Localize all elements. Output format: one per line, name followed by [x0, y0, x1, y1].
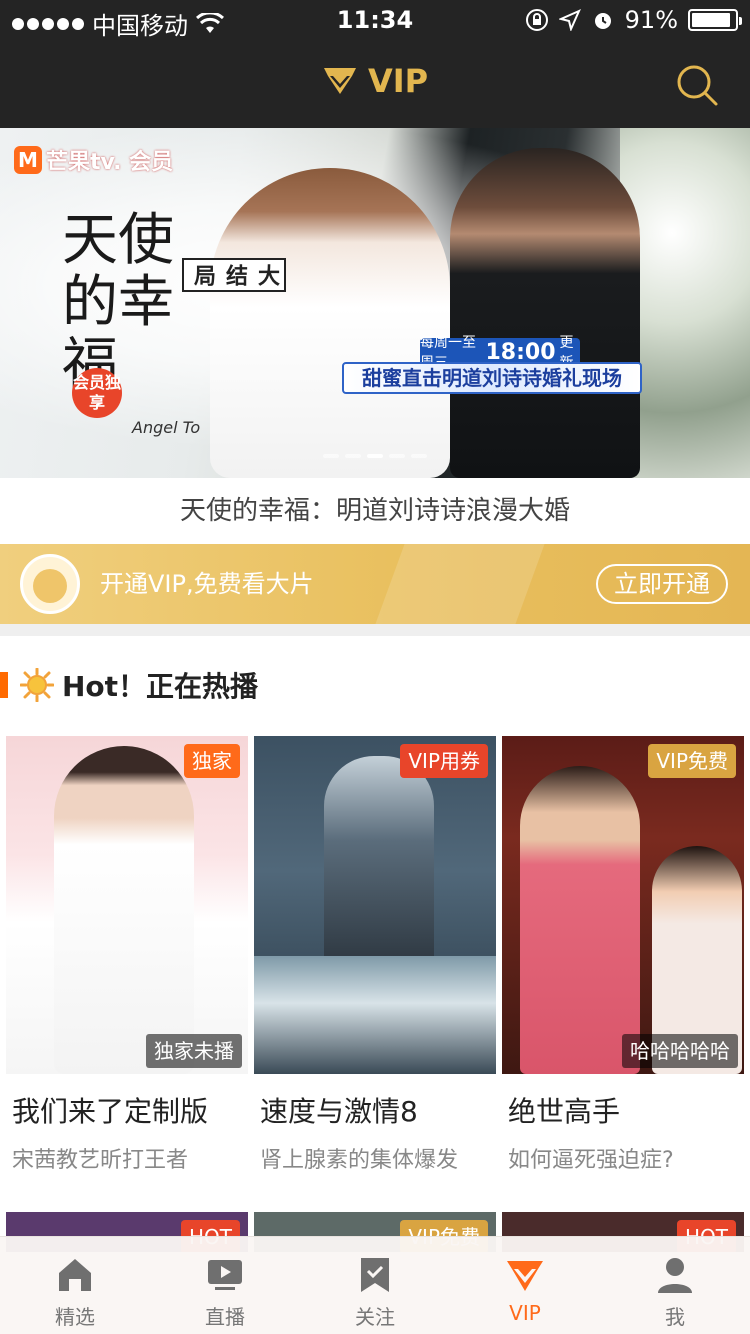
hero-banner[interactable]: M 芒果tv. 会员 天使 的幸福 Angel To 大结局 会员独享 每周一至…	[0, 128, 750, 478]
show-subtitle: 如何逼死强迫症?	[508, 1148, 674, 1173]
tab-label: VIP	[509, 1301, 541, 1325]
bookmark-icon	[361, 1258, 389, 1292]
vip-diamond-icon	[323, 68, 356, 94]
show-title: 绝世高手	[508, 1095, 621, 1128]
show-title: 我们来了定制版	[12, 1095, 209, 1128]
battery-level-fill	[692, 13, 731, 27]
battery-percent: 91%	[624, 6, 678, 34]
poster-scene	[254, 956, 496, 1074]
banner-calligraphy-title: 天使 的幸福	[62, 210, 202, 396]
nav-title: VIP	[0, 62, 750, 100]
section-accent-bar	[0, 672, 8, 698]
tab-follow[interactable]: 关注	[300, 1237, 450, 1334]
finale-tag: 大结局	[182, 258, 286, 292]
page-dot[interactable]	[411, 454, 427, 458]
tab-live[interactable]: 直播	[150, 1237, 300, 1334]
section-divider	[0, 624, 750, 636]
poster-corner-label: 哈哈哈哈哈	[622, 1034, 738, 1068]
tab-me[interactable]: 我	[600, 1237, 750, 1334]
page-dot[interactable]	[323, 454, 339, 458]
show-poster: VIP用券	[254, 736, 496, 1074]
search-icon[interactable]	[674, 62, 720, 108]
schedule-time: 18:00	[485, 339, 556, 365]
page-dot[interactable]	[367, 454, 383, 458]
poster-corner-label: 独家未播	[146, 1034, 242, 1068]
show-card[interactable]: VIP免费 哈哈哈哈哈 绝世高手 如何逼死强迫症?	[502, 736, 744, 1174]
calligraphy-line-1: 天使	[62, 208, 174, 273]
battery-icon	[688, 9, 742, 31]
live-tv-icon	[208, 1260, 242, 1290]
show-poster: VIP免费 哈哈哈哈哈	[502, 736, 744, 1074]
section-header: Hot！正在热播	[0, 650, 750, 720]
page-dot[interactable]	[389, 454, 405, 458]
poster-figure	[324, 756, 434, 966]
bottom-tab-bar: 精选 直播 关注 VIP 我	[0, 1236, 750, 1334]
tab-label: 精选	[55, 1305, 95, 1329]
vip-free-badge: VIP免费	[648, 744, 736, 778]
mango-logo-icon: M	[14, 146, 42, 174]
tab-label: 我	[665, 1305, 685, 1329]
show-card[interactable]: VIP用券 速度与激情8 肾上腺素的集体爆发	[254, 736, 496, 1174]
tab-vip[interactable]: VIP	[450, 1237, 600, 1334]
banner-angel-text: Angel To	[132, 418, 201, 437]
user-icon	[658, 1258, 692, 1293]
status-right: 91%	[525, 6, 742, 34]
vip-exclusive-badge: 会员独享	[72, 368, 122, 418]
tab-label: 直播	[205, 1305, 245, 1329]
vip-promo-text: 开通VIP,免费看大片	[100, 570, 314, 598]
orientation-lock-icon	[525, 9, 548, 31]
top-nav-bar: VIP	[0, 40, 750, 128]
tab-featured[interactable]: 精选	[0, 1237, 150, 1334]
show-card[interactable]: 独家 独家未播 我们来了定制版 宋茜教艺昕打王者	[6, 736, 248, 1174]
banner-bride-image	[210, 168, 450, 478]
show-subtitle: 宋茜教艺昕打王者	[12, 1148, 189, 1173]
open-vip-button[interactable]: 立即开通	[596, 564, 728, 604]
tab-label: 关注	[355, 1305, 395, 1329]
mango-tv-logo: M 芒果tv. 会员	[14, 144, 173, 176]
vip-diamond-icon	[507, 1261, 543, 1291]
exclusive-badge: 独家	[184, 744, 240, 778]
banner-page-indicator	[0, 454, 750, 458]
poster-figure	[54, 746, 194, 1074]
show-subtitle: 肾上腺素的集体爆发	[260, 1148, 459, 1173]
home-icon	[59, 1259, 91, 1291]
sun-icon	[20, 668, 54, 702]
section-title: Hot！正在热播	[62, 670, 259, 703]
location-arrow-icon	[558, 9, 581, 31]
banner-caption: 甜蜜直击明道刘诗诗婚礼现场	[342, 362, 642, 394]
banner-title[interactable]: 天使的幸福：明道刘诗诗浪漫大婚	[0, 478, 750, 544]
vip-promo-banner[interactable]: 开通VIP,免费看大片 立即开通	[0, 544, 750, 624]
nav-title-text: VIP	[367, 62, 429, 100]
banner-groom-image	[450, 148, 640, 478]
alarm-clock-icon	[594, 13, 611, 29]
vip-coupon-badge: VIP用券	[400, 744, 488, 778]
poster-figure	[520, 766, 640, 1074]
avatar	[20, 554, 80, 614]
status-bar: 中国移动 11:34 91%	[0, 0, 750, 40]
mango-logo-text: 芒果tv. 会员	[46, 150, 174, 175]
show-poster: 独家 独家未播	[6, 736, 248, 1074]
show-title: 速度与激情8	[260, 1095, 418, 1128]
page-dot[interactable]	[345, 454, 361, 458]
